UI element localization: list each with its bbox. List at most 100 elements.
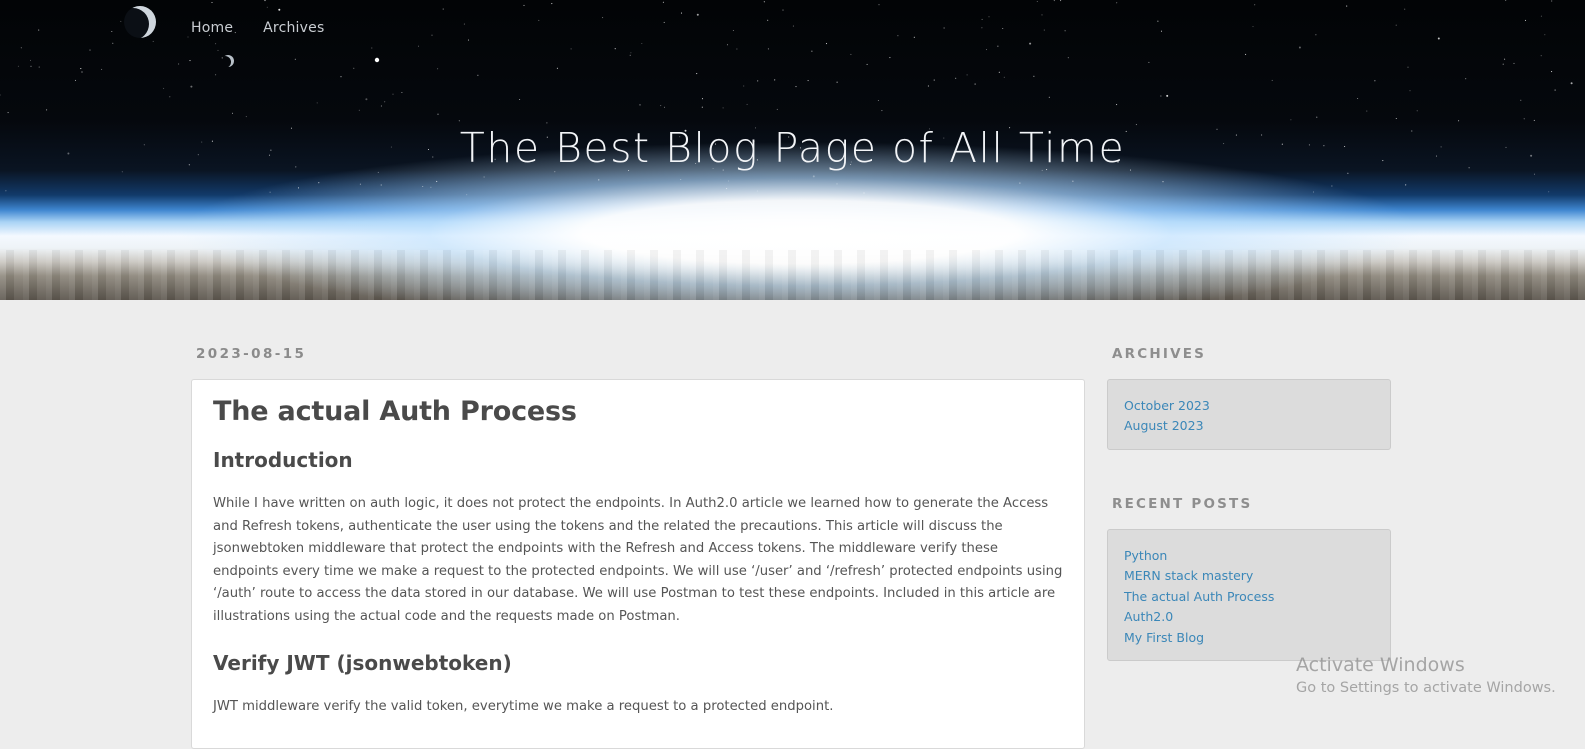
star-dot [663, 21, 665, 23]
star-dot [1148, 61, 1150, 63]
star-dot [630, 52, 632, 54]
star-dot [1524, 19, 1527, 21]
star-dot [89, 49, 91, 51]
star-dot [217, 49, 219, 51]
star-dot [1366, 110, 1368, 112]
star-dot [639, 104, 641, 106]
star-dot [756, 190, 758, 192]
star-dot [264, 0, 266, 2]
star-dot [1465, 78, 1467, 80]
star-dot [380, 184, 382, 186]
star-dot [943, 27, 945, 29]
star-dot [1374, 80, 1376, 82]
star-dot [1157, 20, 1159, 22]
star-dot [774, 79, 776, 81]
star-dot [807, 80, 809, 82]
star-dot [629, 54, 631, 56]
star-dot [1347, 172, 1349, 174]
star-dot [1520, 99, 1522, 101]
star-dot [266, 6, 268, 8]
recent-post-link[interactable]: The actual Auth Process [1124, 587, 1374, 607]
star-dot [1019, 182, 1021, 184]
star-dot [1404, 8, 1406, 10]
star-dot [1554, 89, 1556, 91]
recent-post-link[interactable]: My First Blog [1124, 628, 1374, 648]
star-dot [178, 63, 180, 65]
star-dot [38, 66, 40, 68]
star-dot [736, 48, 738, 50]
star-dot [1312, 191, 1315, 193]
star-dot [417, 45, 420, 47]
star-dot [1298, 46, 1301, 49]
recent-post-link[interactable]: Auth2.0 [1124, 607, 1374, 627]
star-dot [913, 36, 915, 38]
star-dot [152, 40, 154, 42]
header-banner: Home Archives The Best Blog Page of All … [0, 0, 1585, 300]
star-dot [359, 183, 361, 185]
star-dot [728, 180, 730, 182]
star-dot [245, 116, 247, 118]
star-dot [436, 180, 438, 182]
star-dot [696, 13, 699, 16]
star-dot [933, 79, 935, 81]
star-dot [1523, 118, 1525, 120]
star-dot [101, 68, 103, 70]
star-dot [701, 98, 704, 100]
star-dot [17, 65, 19, 67]
recent-post-link[interactable]: MERN stack mastery [1124, 566, 1374, 586]
archives-heading: ARCHIVES [1112, 346, 1207, 362]
star-dot [981, 27, 983, 29]
star-dot [430, 186, 432, 188]
star-dot [278, 8, 281, 11]
watermark-subtitle: Go to Settings to activate Windows. [1296, 680, 1556, 696]
star-dot [985, 49, 988, 51]
star-dot [680, 178, 682, 181]
star-dot [1505, 0, 1507, 1]
post-title[interactable]: The actual Auth Process [213, 396, 1064, 427]
section-heading: Introduction [213, 448, 353, 472]
star-dot [318, 182, 320, 184]
star-dot [1043, 29, 1045, 31]
star-dot [294, 58, 296, 60]
archive-link-august-2023[interactable]: August 2023 [1124, 416, 1374, 436]
star-dot [442, 8, 444, 10]
nav-home-link[interactable]: Home [191, 20, 233, 36]
star-dot [767, 19, 769, 21]
star-dot [269, 191, 271, 193]
star-dot [767, 48, 769, 50]
nav-archives-link[interactable]: Archives [263, 20, 324, 36]
star-dot [1437, 37, 1440, 40]
star-dot [437, 68, 439, 70]
star-dot [297, 187, 300, 189]
earth-horizon-clouds [0, 250, 1585, 300]
top-nav: Home Archives [191, 20, 324, 36]
star-dot [1160, 95, 1162, 97]
star-dot [889, 57, 891, 59]
star-dot [732, 29, 734, 32]
star-dot [1271, 79, 1273, 81]
star-dot [792, 25, 794, 27]
post-date: 2023-08-15 [196, 346, 307, 362]
star-dot [1409, 90, 1411, 92]
star-dot [29, 59, 32, 61]
star-dot [1331, 185, 1333, 187]
star-dot [190, 85, 193, 88]
recent-post-link[interactable]: Python [1124, 546, 1374, 566]
star-dot [927, 85, 929, 87]
star-dot [836, 81, 838, 83]
star-dot [189, 60, 191, 62]
moon-icon [124, 6, 156, 38]
star-dot [660, 105, 662, 107]
star-dot [1116, 104, 1118, 106]
star-dot [483, 176, 485, 178]
star-dot [1405, 184, 1407, 186]
star-dot [1060, 0, 1062, 2]
archive-link-october-2023[interactable]: October 2023 [1124, 396, 1374, 416]
star-dot [1533, 173, 1536, 175]
star-dot [1315, 34, 1317, 36]
star-dot [1551, 0, 1553, 2]
star-dot [570, 48, 572, 50]
star-dot [422, 185, 424, 188]
star-dot [1160, 30, 1163, 32]
star-dot [380, 105, 382, 107]
